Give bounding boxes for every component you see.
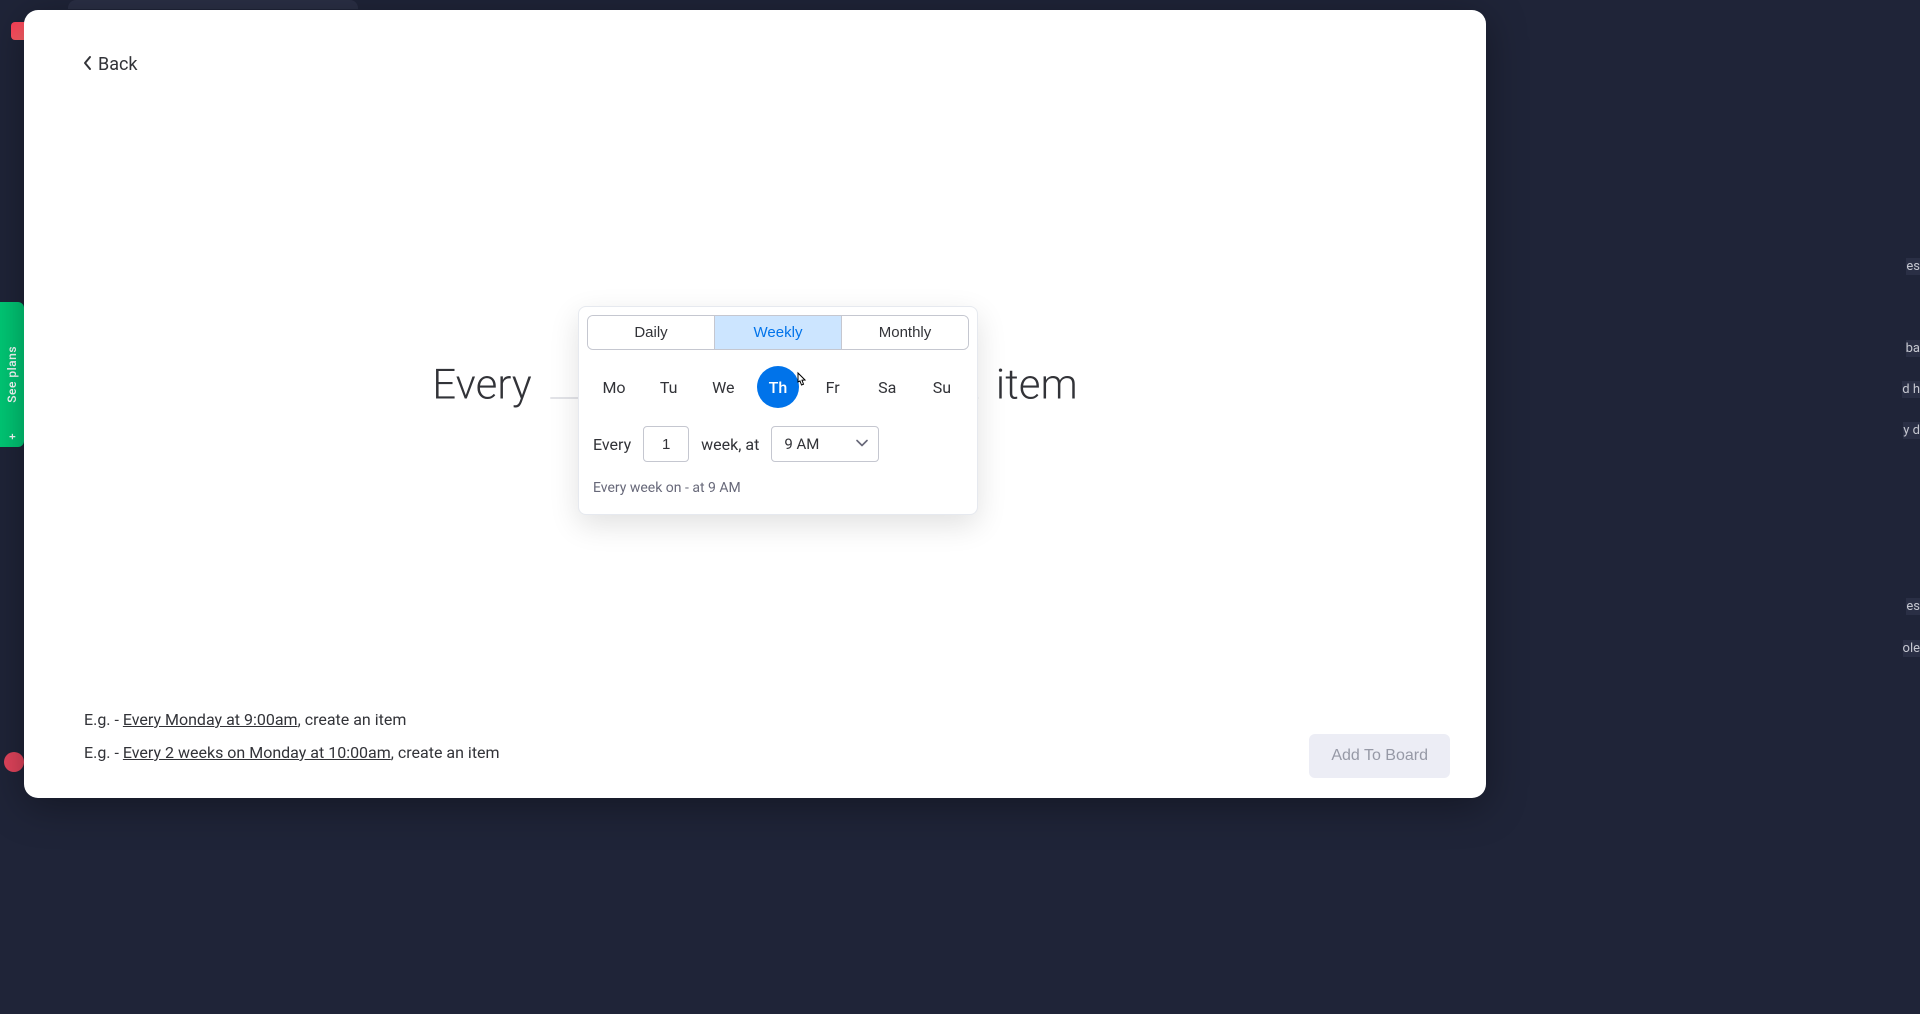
see-plans-tab[interactable]: See plans + bbox=[0, 302, 24, 447]
day-of-week-picker: Mo Tu We Th Fr Sa Su bbox=[579, 350, 977, 414]
bg-text-fragment: d h bbox=[1902, 381, 1920, 398]
day-tu[interactable]: Tu bbox=[648, 366, 690, 408]
tab-monthly[interactable]: Monthly bbox=[841, 316, 968, 349]
example-link[interactable]: Every Monday at 9:00am bbox=[123, 710, 298, 729]
bg-text-fragment: es bbox=[1906, 258, 1920, 275]
examples-block: E.g. - Every Monday at 9:00am, create an… bbox=[84, 710, 500, 762]
day-su[interactable]: Su bbox=[921, 366, 963, 408]
bg-text-fragment: y d bbox=[1903, 422, 1920, 439]
frequency-segmented-control: Daily Weekly Monthly bbox=[587, 315, 969, 350]
schedule-summary: Every week on - at 9 AM bbox=[579, 466, 977, 514]
example-prefix: E.g. - bbox=[84, 743, 123, 762]
example-suffix: , create an item bbox=[298, 710, 407, 729]
sentence-prefix: Every bbox=[432, 361, 532, 410]
tab-weekly[interactable]: Weekly bbox=[714, 316, 841, 349]
day-th[interactable]: Th bbox=[757, 366, 799, 408]
example-line: E.g. - Every Monday at 9:00am, create an… bbox=[84, 710, 500, 729]
example-link[interactable]: Every 2 weeks on Monday at 10:00am bbox=[123, 743, 391, 762]
add-to-board-button[interactable]: Add To Board bbox=[1309, 734, 1450, 778]
bg-text-fragment: ole bbox=[1903, 640, 1920, 657]
every-label: Every bbox=[593, 435, 631, 454]
automation-recipe-modal: Back Every item Daily Weekly Monthly Mo … bbox=[24, 10, 1486, 798]
see-plans-label: See plans bbox=[5, 346, 19, 403]
day-sa[interactable]: Sa bbox=[866, 366, 908, 408]
back-label: Back bbox=[98, 54, 138, 75]
browser-tab-fragment bbox=[68, 0, 358, 9]
sentence-suffix: item bbox=[996, 361, 1078, 410]
sparkle-icon: + bbox=[6, 433, 19, 440]
interval-row: Every week, at 9 AM bbox=[579, 414, 977, 466]
tab-daily[interactable]: Daily bbox=[588, 316, 714, 349]
day-mo[interactable]: Mo bbox=[593, 366, 635, 408]
chevron-down-icon bbox=[856, 437, 868, 452]
example-line: E.g. - Every 2 weeks on Monday at 10:00a… bbox=[84, 743, 500, 762]
time-select-value: 9 AM bbox=[784, 435, 819, 453]
example-prefix: E.g. - bbox=[84, 710, 123, 729]
bg-text-fragment: ba bbox=[1906, 340, 1920, 357]
time-select[interactable]: 9 AM bbox=[771, 426, 879, 462]
day-we[interactable]: We bbox=[702, 366, 744, 408]
example-suffix: , create an item bbox=[391, 743, 500, 762]
interval-input[interactable] bbox=[643, 426, 689, 462]
chevron-left-icon bbox=[82, 55, 92, 75]
bg-text-fragment: es bbox=[1906, 598, 1920, 615]
day-fr[interactable]: Fr bbox=[812, 366, 854, 408]
avatar bbox=[4, 752, 24, 772]
week-at-label: week, at bbox=[701, 435, 759, 454]
schedule-popover: Daily Weekly Monthly Mo Tu We Th Fr Sa S… bbox=[578, 306, 978, 515]
back-button[interactable]: Back bbox=[82, 54, 138, 75]
